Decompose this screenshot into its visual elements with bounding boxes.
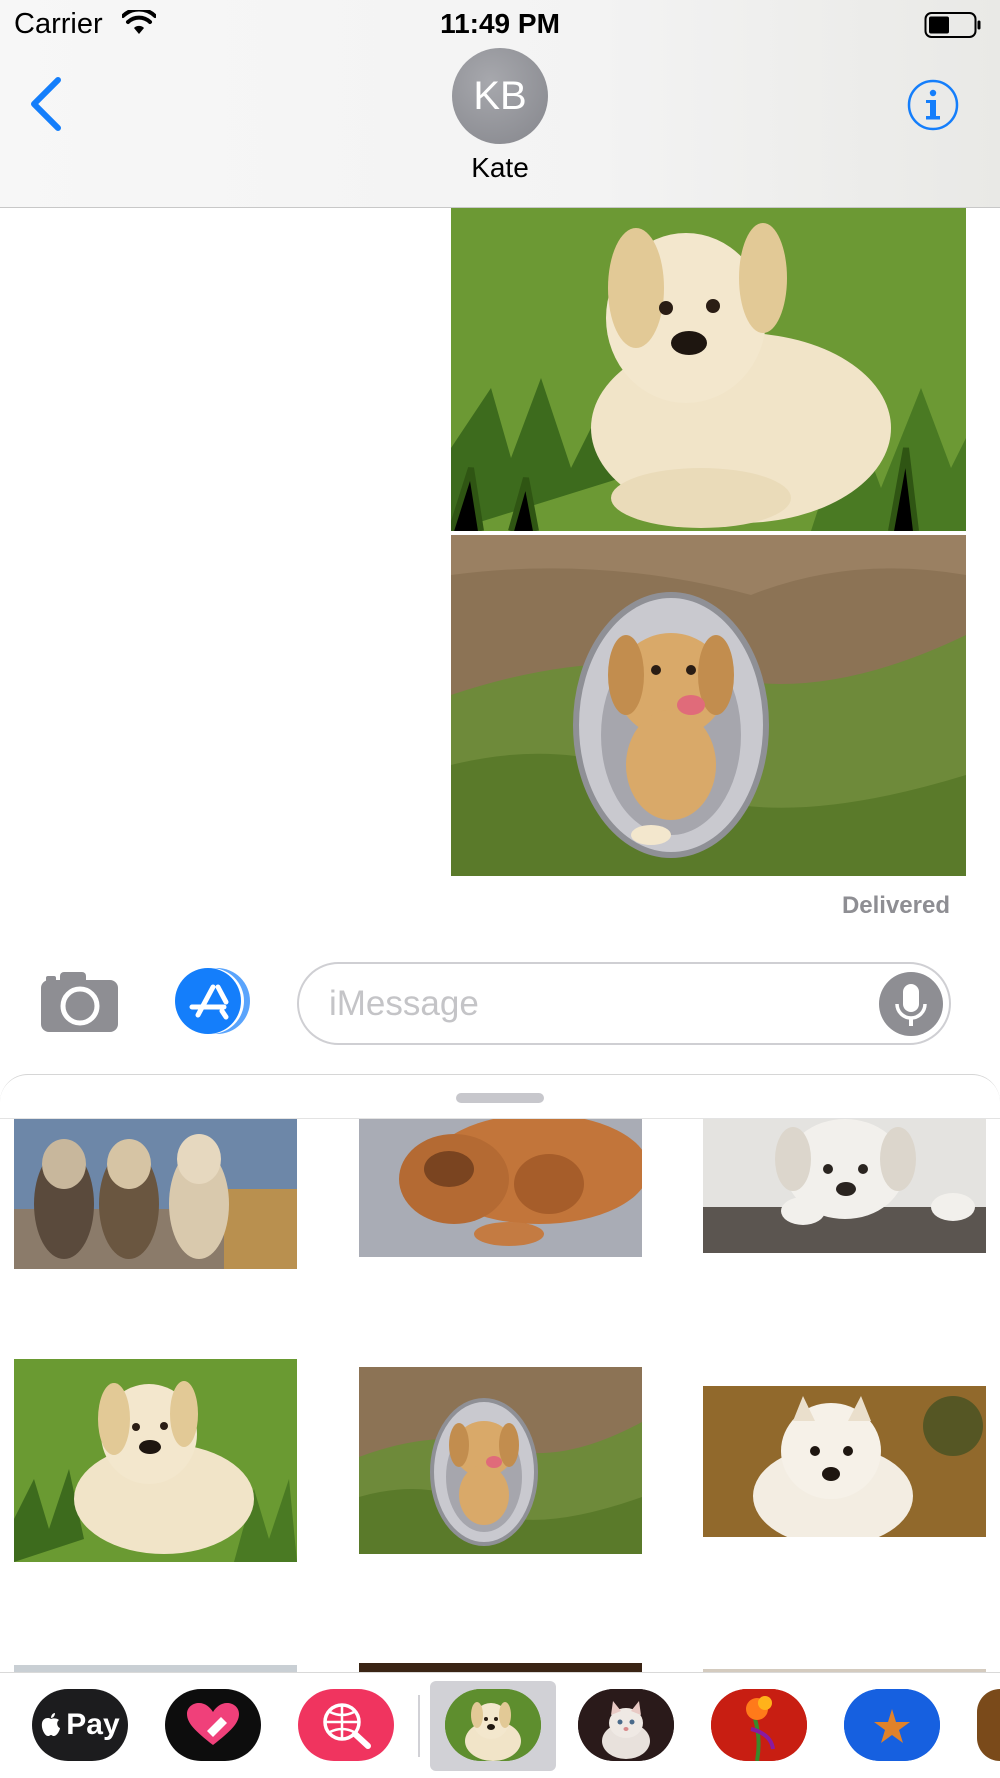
sticker-white-puppy-fence[interactable] <box>703 1119 986 1253</box>
info-button[interactable] <box>906 78 960 132</box>
puppy-grass-thumb-image <box>14 1359 297 1562</box>
white-puppy-fence-image <box>703 1119 986 1253</box>
starfish-icon <box>844 1689 940 1761</box>
heart-icon <box>187 1703 239 1745</box>
sticker-fluffy-white-puppy[interactable] <box>703 1386 986 1537</box>
info-icon <box>907 79 959 131</box>
message-input[interactable]: iMessage <box>297 962 951 1045</box>
drawer-grabber[interactable] <box>456 1093 544 1103</box>
avatar-initials: KB <box>473 73 527 118</box>
puppy-icon <box>445 1689 541 1761</box>
imessage-app-strip: Pay <box>0 1672 1000 1778</box>
partial-app-icon[interactable] <box>977 1689 1000 1761</box>
puppy-in-tunnel-image <box>451 535 966 876</box>
camera-button[interactable] <box>40 970 120 1034</box>
sticker-puppy-grass[interactable] <box>14 1359 297 1562</box>
delivered-status: Delivered <box>841 892 950 919</box>
status-time: 11:49 PM <box>440 8 560 39</box>
puppy-in-grass-image <box>451 208 966 531</box>
back-button[interactable] <box>24 74 68 134</box>
three-puppies-image <box>14 1119 297 1269</box>
fluffy-white-puppy-image <box>703 1386 986 1537</box>
chevron-left-icon <box>31 77 61 131</box>
puppy-stickers-app[interactable] <box>445 1689 541 1761</box>
flower-icon <box>711 1689 807 1761</box>
dictation-button[interactable] <box>879 972 943 1036</box>
contact-name[interactable]: Kate <box>0 152 1000 184</box>
app-store-icon <box>175 968 250 1034</box>
app-drawer <box>0 1074 1000 1674</box>
globe-search-icon <box>323 1703 371 1749</box>
battery-icon <box>924 11 982 39</box>
sticker-puppy-tunnel[interactable] <box>359 1367 642 1554</box>
kitten-icon <box>578 1689 674 1761</box>
message-photo-puppy-grass[interactable] <box>451 208 966 531</box>
images-search-app[interactable] <box>298 1689 394 1761</box>
contact-avatar[interactable]: KB <box>452 48 548 144</box>
flower-stickers-app[interactable] <box>711 1689 807 1761</box>
microphone-icon <box>895 984 927 1026</box>
bulldog-puppy-image <box>359 1119 642 1257</box>
message-photo-puppy-tunnel[interactable] <box>451 535 966 876</box>
starfish-stickers-app[interactable] <box>844 1689 940 1761</box>
app-store-button[interactable] <box>170 966 258 1036</box>
apple-pay-label: Pay <box>66 1708 120 1741</box>
sticker-bulldog-puppy[interactable] <box>359 1119 642 1257</box>
puppy-tunnel-thumb-image <box>359 1367 642 1554</box>
kitten-stickers-app[interactable] <box>578 1689 674 1761</box>
message-input-placeholder: iMessage <box>329 984 479 1023</box>
navigation-header: Carrier 11:49 PM KB Kate <box>0 0 1000 208</box>
sticker-three-puppies[interactable] <box>14 1119 297 1269</box>
digital-touch-app[interactable] <box>165 1689 261 1761</box>
app-strip-divider <box>418 1695 420 1757</box>
apple-pay-app[interactable]: Pay <box>32 1689 128 1761</box>
apple-logo-icon <box>42 1713 61 1736</box>
camera-icon <box>41 972 118 1032</box>
